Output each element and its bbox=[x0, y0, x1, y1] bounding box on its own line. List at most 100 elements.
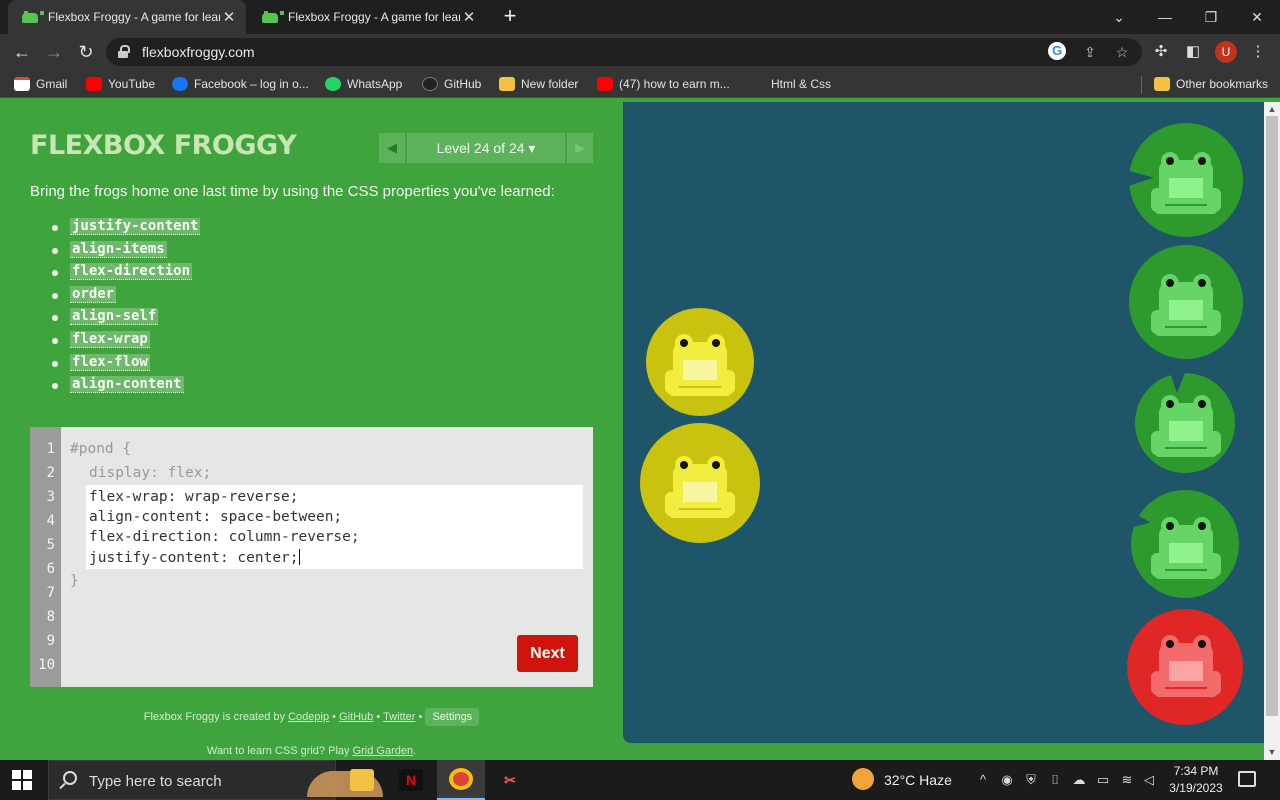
bookmark-whatsapp[interactable]: WhatsApp bbox=[325, 76, 402, 92]
previous-level-arrow-icon[interactable]: ◀ bbox=[379, 133, 405, 163]
line-number: 7 bbox=[46, 585, 55, 601]
side-panel-icon[interactable]: ◧ bbox=[1182, 41, 1204, 63]
close-window-icon[interactable]: ✕ bbox=[1234, 0, 1280, 34]
scroll-down-arrow-icon[interactable]: ▼ bbox=[1264, 745, 1280, 759]
browser-tab-active[interactable]: Flexbox Froggy - A game for learning CSS… bbox=[8, 0, 246, 34]
netflix-icon: N bbox=[399, 769, 423, 791]
bookmark-gmail[interactable]: Gmail bbox=[14, 76, 67, 92]
code-selector: #pond { bbox=[70, 441, 132, 457]
youtube-icon bbox=[86, 77, 102, 91]
next-level-arrow-icon[interactable]: ▶ bbox=[567, 133, 593, 163]
new-tab-button[interactable]: + bbox=[498, 5, 522, 29]
grid-garden-link[interactable]: Grid Garden bbox=[353, 745, 414, 757]
back-icon[interactable]: ← bbox=[10, 40, 34, 64]
github-link[interactable]: GitHub bbox=[339, 711, 373, 723]
scroll-up-arrow-icon[interactable]: ▲ bbox=[1264, 102, 1280, 116]
property-flex-wrap[interactable]: flex-wrap bbox=[70, 330, 150, 348]
bookmark-how-to-earn[interactable]: (47) how to earn m... bbox=[597, 76, 730, 92]
yellow-frog bbox=[665, 334, 735, 396]
address-bar[interactable]: flexboxfroggy.com G ⇪ ☆ bbox=[106, 38, 1142, 66]
bookmark-star-icon[interactable]: ☆ bbox=[1112, 42, 1132, 62]
property-flex-direction[interactable]: flex-direction bbox=[70, 263, 193, 281]
bookmark-label: Facebook – log in o... bbox=[194, 77, 309, 91]
other-bookmarks[interactable]: Other bookmarks bbox=[1154, 76, 1268, 92]
restore-icon[interactable]: ❐ bbox=[1188, 0, 1234, 34]
reload-icon[interactable]: ↻ bbox=[74, 40, 98, 64]
minimize-icon[interactable]: — bbox=[1142, 0, 1188, 34]
line-number: 10 bbox=[38, 657, 55, 673]
line-number: 1 bbox=[46, 441, 55, 457]
folder-icon bbox=[350, 769, 374, 791]
bookmarks-divider bbox=[1141, 76, 1142, 94]
cloud-offline-icon[interactable]: ☁ bbox=[1070, 770, 1088, 790]
volume-icon[interactable]: ◁ bbox=[1140, 770, 1158, 790]
line-number-gutter: 1 2 3 4 5 6 7 8 9 10 bbox=[30, 427, 61, 687]
property-order[interactable]: order bbox=[70, 285, 117, 303]
windows-start-icon[interactable] bbox=[12, 770, 32, 790]
taskbar-snipping-tool[interactable]: ✂ bbox=[486, 760, 534, 800]
line-number: 6 bbox=[46, 561, 55, 577]
weather-text[interactable]: 32°C Haze bbox=[884, 772, 952, 788]
extensions-icon[interactable]: ✣ bbox=[1150, 41, 1172, 63]
forward-icon[interactable]: → bbox=[42, 40, 66, 64]
level-instructions: Bring the frogs home one last time by us… bbox=[30, 183, 555, 200]
bookmark-html-css[interactable]: Html & Css bbox=[771, 76, 831, 92]
line-number: 3 bbox=[46, 489, 55, 505]
bookmark-facebook[interactable]: Facebook – log in o... bbox=[172, 76, 309, 92]
twitter-link[interactable]: Twitter bbox=[383, 711, 415, 723]
bookmark-label: New folder bbox=[521, 77, 579, 91]
lock-icon bbox=[118, 45, 130, 58]
bookmark-new-folder[interactable]: New folder bbox=[499, 76, 578, 92]
notification-icon[interactable] bbox=[1238, 771, 1256, 787]
bookmark-label: Gmail bbox=[36, 77, 68, 91]
wifi-icon[interactable]: ≋ bbox=[1118, 770, 1136, 790]
red-frog bbox=[1151, 635, 1221, 697]
security-shield-icon[interactable]: ⛨ bbox=[1022, 770, 1040, 790]
level-selector[interactable]: Level 24 of 24 ▾ bbox=[407, 133, 565, 163]
property-flex-flow[interactable]: flex-flow bbox=[70, 353, 150, 371]
close-tab-icon[interactable]: ✕ bbox=[220, 8, 238, 26]
usb-icon[interactable]: ⌷ bbox=[1046, 770, 1064, 790]
search-placeholder: Type here to search bbox=[89, 773, 222, 790]
grid-garden-promo: Want to learn CSS grid? Play Grid Garden… bbox=[0, 745, 623, 757]
taskbar-chrome[interactable] bbox=[437, 760, 485, 800]
frog-favicon-icon bbox=[262, 11, 284, 23]
property-align-self[interactable]: align-self bbox=[70, 308, 159, 326]
css-editor: 1 2 3 4 5 6 7 8 9 10 #pond { display: fl… bbox=[30, 427, 593, 687]
taskbar-clock[interactable]: 7:34 PM 3/19/2023 bbox=[1160, 763, 1232, 797]
property-align-items[interactable]: align-items bbox=[70, 240, 167, 258]
green-frog bbox=[1151, 152, 1221, 214]
share-icon[interactable]: ⇪ bbox=[1080, 42, 1100, 62]
settings-button[interactable]: Settings bbox=[425, 708, 480, 726]
code-closing-brace: } bbox=[70, 573, 79, 589]
taskbar-file-explorer[interactable] bbox=[338, 760, 386, 800]
browser-tab-bar: Flexbox Froggy - A game for learning CSS… bbox=[0, 0, 1280, 34]
close-tab-icon[interactable]: ✕ bbox=[460, 8, 478, 26]
folder-icon bbox=[499, 77, 515, 91]
menu-icon[interactable]: ⋮ bbox=[1247, 41, 1269, 63]
browser-tab[interactable]: Flexbox Froggy - A game for learning CSS… bbox=[248, 0, 486, 34]
tab-search-icon[interactable]: ⌄ bbox=[1096, 0, 1142, 34]
scrollbar-thumb[interactable] bbox=[1266, 116, 1278, 716]
profile-avatar[interactable]: U bbox=[1215, 41, 1237, 63]
taskbar-netflix[interactable]: N bbox=[387, 760, 435, 800]
property-justify-content[interactable]: justify-content bbox=[70, 218, 201, 235]
next-button[interactable]: Next bbox=[517, 635, 578, 672]
weather-haze-icon[interactable] bbox=[852, 768, 874, 790]
battery-icon[interactable]: ▭ bbox=[1094, 770, 1112, 790]
codepip-link[interactable]: Codepip bbox=[288, 711, 329, 723]
search-icon bbox=[63, 771, 77, 785]
promo-text: Want to learn CSS grid? Play bbox=[206, 745, 350, 757]
google-lens-icon[interactable]: G bbox=[1048, 42, 1066, 60]
camera-icon[interactable]: ◉ bbox=[998, 770, 1016, 790]
folder-icon bbox=[1154, 77, 1170, 91]
property-align-content[interactable]: align-content bbox=[70, 376, 184, 394]
address-bar-row: ← → ↻ flexboxfroggy.com G ⇪ ☆ ✣ ◧ U ⋮ bbox=[0, 34, 1280, 70]
bookmark-youtube[interactable]: YouTube bbox=[86, 76, 155, 92]
credits: Flexbox Froggy is created by Codepip • G… bbox=[0, 708, 623, 726]
bookmark-github[interactable]: GitHub bbox=[422, 76, 481, 92]
chevron-up-icon[interactable]: ^ bbox=[974, 770, 992, 790]
green-frog bbox=[1151, 274, 1221, 336]
bookmark-label: WhatsApp bbox=[347, 77, 403, 91]
taskbar-search-box[interactable]: Type here to search bbox=[48, 760, 383, 800]
